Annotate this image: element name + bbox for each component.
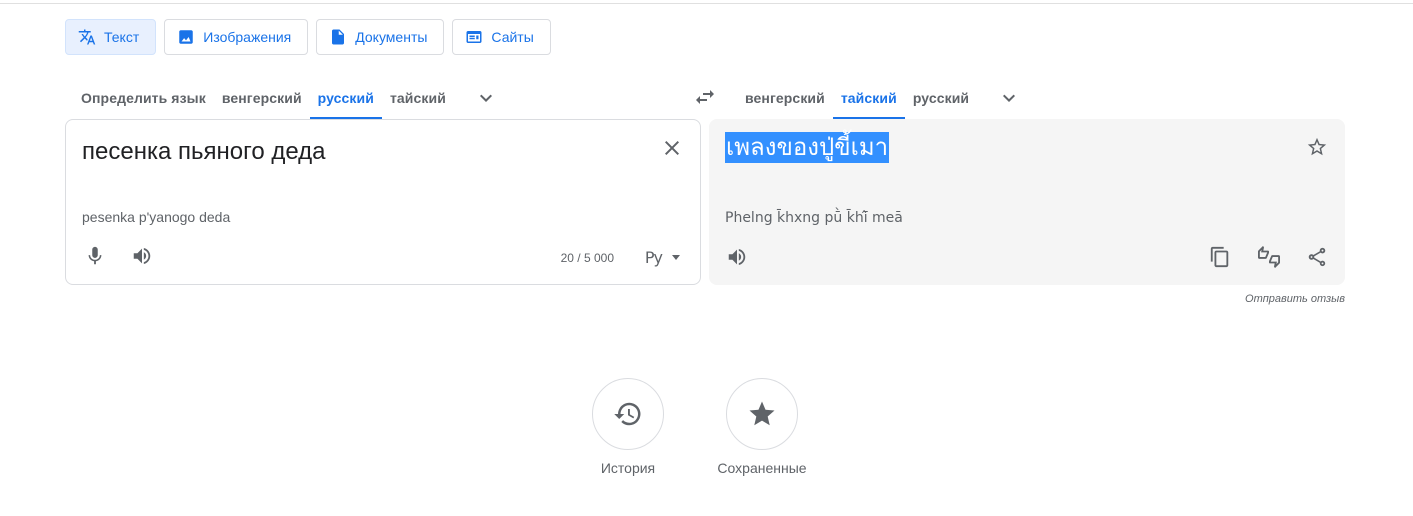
top-divider bbox=[0, 3, 1413, 4]
share-icon bbox=[1308, 247, 1326, 267]
voice-input-button[interactable] bbox=[79, 240, 111, 272]
chevron-down-icon bbox=[479, 94, 492, 102]
input-method-label: Ру bbox=[644, 248, 663, 267]
tab-images-label: Изображения bbox=[203, 29, 292, 45]
speaker-icon bbox=[728, 248, 746, 266]
caret-down-icon bbox=[672, 255, 680, 260]
document-icon bbox=[329, 28, 347, 46]
microphone-icon bbox=[88, 246, 102, 265]
input-method-select[interactable]: Ру bbox=[645, 248, 680, 267]
listen-translation-button[interactable] bbox=[721, 241, 753, 273]
translate-icon bbox=[78, 28, 96, 46]
copy-translation-button[interactable] bbox=[1204, 241, 1236, 273]
save-translation-button[interactable] bbox=[1303, 133, 1331, 161]
star-icon bbox=[749, 401, 775, 426]
source-lang-thai[interactable]: тайский bbox=[382, 76, 454, 119]
tab-websites[interactable]: Сайты bbox=[452, 19, 551, 55]
target-lang-thai[interactable]: тайский bbox=[832, 76, 905, 119]
chevron-down-icon bbox=[1003, 94, 1016, 102]
tab-websites-label: Сайты bbox=[491, 29, 534, 45]
target-lang-hungarian[interactable]: венгерский bbox=[737, 76, 833, 119]
target-panel: เพลงของปู่ขี้เมา Phelng k̄hxng pū̀ k̄hī̂… bbox=[709, 119, 1345, 285]
speaker-icon bbox=[133, 247, 151, 265]
source-language-bar: Определить язык венгерский русский тайск… bbox=[65, 76, 700, 119]
star-outline-icon bbox=[1307, 137, 1327, 156]
share-translation-button[interactable] bbox=[1301, 241, 1333, 273]
target-lang-more-button[interactable] bbox=[985, 76, 1033, 119]
history-button[interactable] bbox=[592, 378, 664, 450]
swap-languages-button[interactable] bbox=[690, 82, 720, 112]
copy-icon bbox=[1210, 246, 1229, 268]
clear-source-button[interactable] bbox=[658, 134, 686, 162]
target-language-bar: венгерский тайский русский bbox=[737, 76, 1345, 119]
history-icon bbox=[614, 402, 641, 426]
source-lang-hungarian[interactable]: венгерский bbox=[214, 76, 310, 119]
target-lang-russian[interactable]: русский bbox=[905, 76, 977, 119]
source-transliteration: pesenka p'yanogo deda bbox=[82, 209, 231, 225]
history-label: История bbox=[600, 460, 656, 476]
source-lang-detect[interactable]: Определить язык bbox=[65, 76, 214, 119]
thumbs-up-down-icon bbox=[1258, 246, 1280, 268]
tab-documents-label: Документы bbox=[355, 29, 428, 45]
translation-text[interactable]: เพลงของปู่ขี้เมา bbox=[725, 132, 890, 163]
send-feedback-link[interactable]: Отправить отзыв bbox=[1245, 293, 1345, 305]
character-count: 20 / 5 000 bbox=[560, 251, 614, 265]
source-text-input[interactable]: песенка пьяного деда bbox=[82, 136, 326, 168]
tab-documents[interactable]: Документы bbox=[316, 19, 445, 55]
tab-text-label: Текст bbox=[104, 29, 140, 45]
tab-images[interactable]: Изображения bbox=[164, 19, 309, 55]
source-panel: песенка пьяного деда pesenka p'yanogo de… bbox=[65, 119, 701, 285]
swap-icon bbox=[696, 90, 714, 104]
listen-source-button[interactable] bbox=[126, 240, 158, 272]
close-icon bbox=[665, 141, 679, 155]
image-icon bbox=[177, 28, 195, 46]
saved-button[interactable] bbox=[726, 378, 798, 450]
website-icon bbox=[465, 28, 483, 46]
saved-label: Сохраненные bbox=[717, 460, 807, 476]
tab-text[interactable]: Текст bbox=[65, 19, 157, 55]
rate-translation-button[interactable] bbox=[1253, 241, 1285, 273]
mode-tabs: Текст Изображения Документы Сайты bbox=[65, 19, 551, 55]
source-lang-russian[interactable]: русский bbox=[309, 76, 383, 119]
target-transliteration: Phelng k̄hxng pū̀ k̄hī̂ meā bbox=[725, 210, 903, 226]
source-lang-more-button[interactable] bbox=[462, 76, 510, 119]
